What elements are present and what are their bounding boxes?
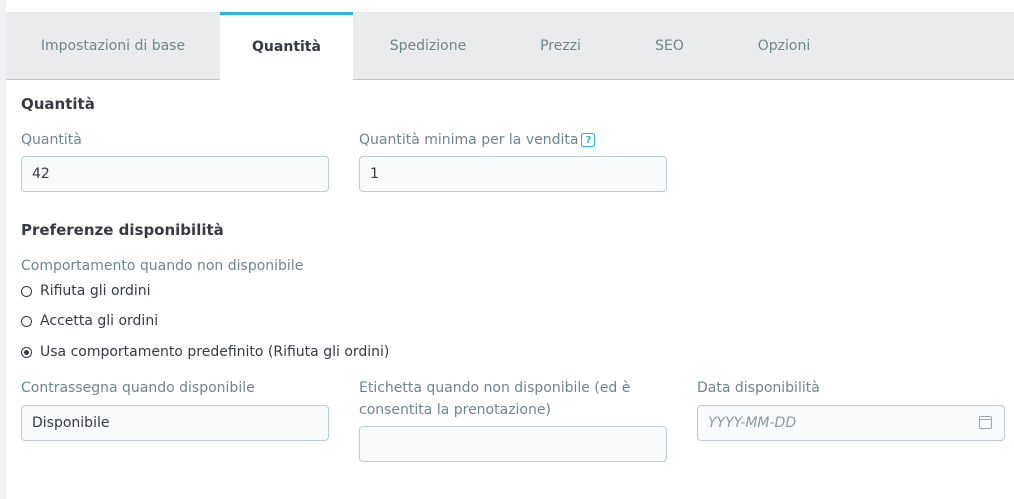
radio-deny-orders[interactable]: Rifiuta gli ordini — [21, 283, 151, 299]
availability-date-label: Data disponibilità — [697, 380, 820, 396]
radio-label: Usa comportamento predefinito (Rifiuta g… — [40, 344, 390, 360]
min-quantity-label: Quantità minima per la vendita? — [359, 129, 596, 151]
min-quantity-input[interactable]: 1 — [359, 156, 667, 192]
date-placeholder: YYYY-MM-DD — [708, 415, 797, 431]
quantity-input[interactable]: 42 — [21, 156, 329, 192]
tab-basic-settings[interactable]: Impostazioni di base — [6, 12, 220, 80]
radio-label: Accetta gli ordini — [40, 313, 159, 329]
radio-label: Rifiuta gli ordini — [40, 283, 151, 299]
behavior-label: Comportamento quando non disponibile — [21, 258, 304, 274]
quantities-section-title: Quantità — [21, 95, 95, 113]
availability-section-title: Preferenze disponibilità — [21, 221, 224, 239]
tab-bar: Impostazioni di base Quantità Spedizione… — [6, 12, 1014, 81]
radio-button[interactable] — [21, 315, 32, 327]
help-icon[interactable]: ? — [581, 133, 596, 147]
calendar-icon[interactable] — [979, 416, 992, 429]
min-quantity-label-text: Quantità minima per la vendita — [359, 132, 579, 148]
radio-allow-orders[interactable]: Accetta gli ordini — [21, 313, 158, 329]
radio-default-behavior[interactable]: Usa comportamento predefinito (Rifiuta g… — [21, 344, 389, 360]
backorder-label: Etichetta quando non disponibile (ed è c… — [359, 377, 630, 421]
in-stock-input[interactable]: Disponibile — [21, 405, 329, 441]
tab-quantities[interactable]: Quantità — [220, 12, 353, 81]
radio-button[interactable] — [21, 285, 32, 297]
backorder-label-line1: Etichetta quando non disponibile (ed è — [359, 380, 631, 396]
backorder-label-line2: consentita la prenotazione) — [359, 402, 551, 418]
tab-shipping[interactable]: Spedizione — [353, 12, 503, 80]
radio-button-checked[interactable] — [21, 346, 32, 358]
backorder-input[interactable] — [359, 426, 667, 462]
quantity-label: Quantità — [21, 132, 82, 148]
in-stock-label: Contrassegna quando disponibile — [21, 380, 255, 396]
tab-seo[interactable]: SEO — [618, 12, 721, 80]
availability-date-input[interactable]: YYYY-MM-DD — [697, 405, 1005, 441]
tab-options[interactable]: Opzioni — [721, 12, 847, 80]
tab-pricing[interactable]: Prezzi — [503, 12, 618, 80]
